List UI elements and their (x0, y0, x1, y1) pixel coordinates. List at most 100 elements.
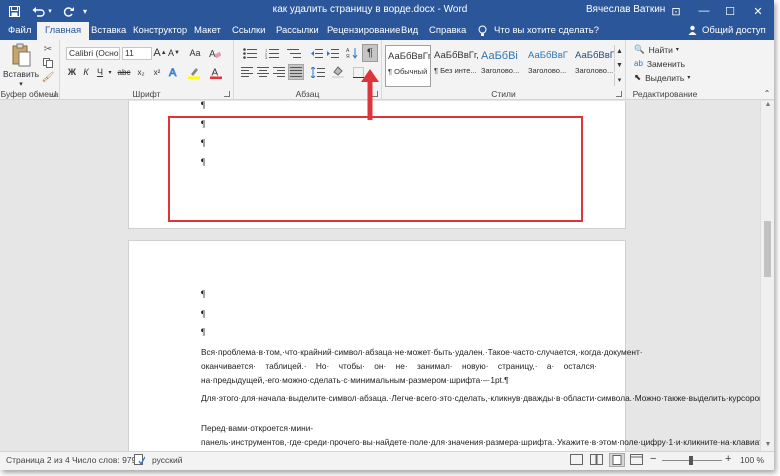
italic-button[interactable]: К (80, 65, 92, 79)
maximize-button[interactable]: ☐ (718, 0, 742, 22)
web-layout-icon[interactable] (630, 454, 643, 467)
read-mode-icon[interactable] (590, 454, 603, 467)
multilevel-list-icon[interactable] (284, 46, 304, 60)
decrease-indent-icon[interactable] (310, 46, 324, 60)
select-button[interactable]: ⬉ Выделить ▾ (634, 71, 698, 84)
grow-font-button[interactable]: A ▲ (153, 46, 166, 60)
increase-indent-icon[interactable] (326, 46, 340, 60)
paste-dropdown-icon[interactable]: ▾ (16, 80, 26, 88)
tab-mailings[interactable]: Рассылки (274, 22, 321, 40)
font-color-icon[interactable]: A (208, 65, 224, 79)
svg-text:A: A (169, 67, 177, 78)
style-heading-3[interactable]: АаБбВвГ Заголово... (573, 45, 619, 87)
tab-home[interactable]: Главная (37, 22, 90, 40)
clear-formatting-icon[interactable]: A (208, 46, 222, 60)
tab-help[interactable]: Справка (427, 22, 468, 40)
cut-icon[interactable]: ✂ (42, 43, 54, 55)
tab-design[interactable]: Конструктор (131, 22, 189, 40)
align-center-icon[interactable] (256, 65, 270, 79)
tab-view[interactable]: Вид (399, 22, 420, 40)
shading-icon[interactable] (330, 65, 346, 79)
line-spacing-icon[interactable] (310, 65, 326, 79)
language[interactable]: русский (152, 455, 183, 465)
zoom-level[interactable]: 100 % (740, 455, 764, 465)
ribbon-display-options-icon[interactable]: ⊡ (666, 0, 686, 22)
paste-button[interactable]: Вставить (2, 68, 40, 80)
paragraph-mark: ¶ (201, 101, 206, 110)
bold-button[interactable]: Ж (66, 65, 78, 79)
page-2[interactable]: ¶ ¶ ¶ Вся·проблема·в·том,·что·крайний·си… (128, 240, 760, 451)
styles-scroll-down-icon[interactable]: ▼ (614, 59, 624, 72)
save-icon[interactable] (6, 0, 22, 22)
editing-group: 🔍 Найти ▾ ab Заменить ⬉ Выделить ▾ Редактиров… (628, 40, 702, 100)
underline-button[interactable]: Ч (94, 65, 106, 79)
word-count[interactable]: Число слов: 979 (72, 455, 136, 465)
tab-insert[interactable]: Вставка (89, 22, 128, 40)
editing-group-label: Редактирование (632, 89, 698, 99)
show-formatting-marks-button[interactable]: ¶ (362, 44, 378, 62)
numbering-icon[interactable]: 123 (262, 46, 282, 60)
find-button[interactable]: 🔍 Найти ▾ (634, 43, 698, 56)
zoom-slider-handle[interactable] (689, 456, 693, 465)
share-button[interactable]: Общий доступ (700, 22, 768, 40)
copy-icon[interactable] (42, 57, 54, 69)
format-painter-icon[interactable]: 🖌 (42, 71, 55, 83)
style-preview: АаБбВвГг, (434, 50, 478, 61)
style-heading-2[interactable]: АаБбВвГ Заголово... (526, 45, 572, 87)
shrink-font-button[interactable]: A ▼ (168, 46, 180, 60)
styles-scroll-up-icon[interactable]: ▲ (614, 45, 624, 58)
vertical-scrollbar[interactable]: ▲ ▼ (760, 101, 774, 451)
share-icon (686, 22, 700, 40)
proofing-icon[interactable] (134, 454, 146, 468)
paste-icon[interactable] (6, 42, 36, 68)
tab-references[interactable]: Ссылки (230, 22, 267, 40)
font-name-combo[interactable]: Calibri (Осно (66, 47, 120, 60)
sort-icon[interactable]: АЯ (344, 46, 360, 60)
select-cursor-icon: ⬉ (634, 72, 642, 82)
page-counter[interactable]: Страница 2 из 4 (6, 455, 70, 465)
user-name[interactable]: Вячеслав Ваткин (586, 4, 665, 15)
replace-button[interactable]: ab Заменить (634, 57, 698, 70)
subscript-button[interactable]: x₂ (134, 65, 148, 79)
scroll-down-icon[interactable]: ▼ (764, 441, 772, 451)
zoom-in-button[interactable]: + (725, 453, 731, 465)
focus-mode-icon[interactable] (570, 454, 583, 467)
change-case-button[interactable]: Aa (186, 46, 204, 60)
text-effects-icon[interactable]: A (166, 65, 182, 79)
strikethrough-button[interactable]: abc (116, 65, 132, 79)
tell-me-box[interactable]: Что вы хотите сделать? (492, 22, 601, 40)
style-heading-1[interactable]: АаБбВі Заголово... (479, 45, 525, 87)
redo-icon[interactable] (60, 0, 76, 22)
print-layout-icon[interactable] (609, 453, 625, 467)
minimize-button[interactable]: — (692, 0, 716, 22)
tab-layout[interactable]: Макет (192, 22, 223, 40)
tab-review[interactable]: Рецензирование (325, 22, 402, 40)
highlight-color-icon[interactable] (186, 65, 202, 79)
tab-file[interactable]: Файл (6, 22, 33, 40)
align-left-icon[interactable] (240, 65, 254, 79)
select-label: Выделить (645, 72, 685, 83)
justify-icon[interactable] (288, 64, 304, 80)
underline-dropdown-icon[interactable]: ▾ (106, 65, 114, 79)
svg-text:Я: Я (346, 54, 350, 59)
superscript-button[interactable]: x² (150, 65, 164, 79)
bullets-icon[interactable] (240, 46, 260, 60)
close-button[interactable]: ✕ (746, 0, 770, 22)
scrollbar-thumb[interactable] (764, 221, 771, 277)
zoom-out-button[interactable]: − (650, 453, 656, 465)
style-preview: АаБбВвГг, (388, 51, 431, 62)
customize-qat-icon[interactable]: ▾ (80, 0, 90, 22)
scroll-up-icon[interactable]: ▲ (764, 101, 772, 111)
styles-more-icon[interactable]: ▾ (614, 73, 624, 86)
paragraph-group-label: Абзац (295, 89, 320, 99)
font-dialog-launcher[interactable] (224, 91, 230, 97)
undo-icon[interactable] (28, 0, 48, 22)
style-no-spacing[interactable]: АаБбВвГг, ¶ Без инте... (432, 45, 478, 87)
align-right-icon[interactable] (272, 65, 286, 79)
collapse-ribbon-icon[interactable]: ⌃ (762, 88, 772, 98)
styles-dialog-launcher[interactable] (616, 91, 622, 97)
font-size-combo[interactable]: 11 (122, 47, 152, 60)
clipboard-dialog-launcher[interactable] (50, 91, 56, 97)
style-normal[interactable]: АаБбВвГг, ¶ Обычный (385, 45, 431, 87)
undo-dropdown-icon[interactable]: ▾ (46, 0, 54, 22)
